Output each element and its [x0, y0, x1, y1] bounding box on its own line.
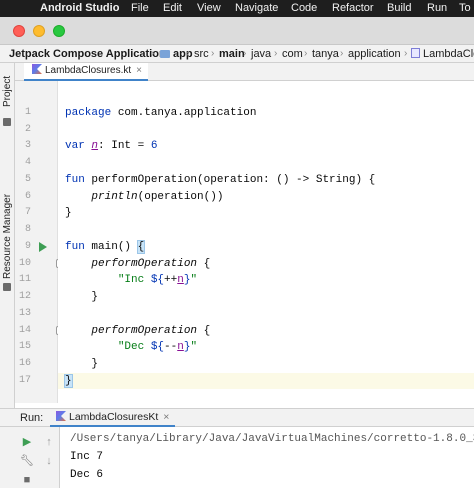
code-line-12: }	[65, 291, 99, 303]
kotlin-file-icon	[411, 48, 420, 58]
line-number: 6	[24, 191, 31, 202]
line-number: 2	[24, 124, 31, 135]
close-tab-icon[interactable]: ×	[136, 65, 142, 76]
module-folder-icon	[160, 50, 170, 58]
run-panel-header: Run: LambdaClosuresKt ×	[0, 408, 474, 427]
chevron-right-icon: ›	[404, 48, 408, 59]
line-number: 12	[18, 291, 31, 302]
line-number: 5	[24, 174, 31, 185]
code-line-7: }	[65, 207, 72, 219]
run-config-label: LambdaClosuresKt	[69, 411, 159, 423]
code-line-5: fun performOperation(operation: () -> St…	[65, 174, 376, 186]
code-line-6: println(operation())	[91, 191, 224, 203]
breadcrumb-main[interactable]: main	[219, 45, 245, 62]
line-number: 15	[18, 341, 31, 352]
code-line-10: performOperation {	[91, 258, 211, 270]
line-number: 1	[24, 107, 31, 118]
tool-tab-project[interactable]: Project	[1, 67, 14, 115]
chevron-right-icon: ›	[211, 48, 215, 59]
line-number: 14	[18, 325, 31, 336]
minimize-window-button[interactable]	[33, 25, 45, 37]
console-line: /Users/tanya/Library/Java/JavaVirtualMac…	[70, 433, 474, 445]
menu-bar: Android Studio File Edit View Navigate C…	[0, 0, 474, 17]
menu-code[interactable]: Code	[291, 0, 317, 17]
line-number: 13	[18, 308, 31, 319]
code-line-15: "Dec ${--n}"	[117, 341, 198, 353]
breadcrumb-tanya[interactable]: tanya	[312, 45, 339, 62]
run-panel-label: Run:	[20, 412, 44, 424]
current-line-highlight	[58, 373, 474, 389]
console-output[interactable]: /Users/tanya/Library/Java/JavaVirtualMac…	[60, 427, 474, 488]
window-titlebar	[0, 17, 474, 45]
code-line-9: fun main() {	[65, 240, 146, 254]
rerun-icon[interactable]: ▶	[20, 436, 34, 448]
code-line-1: package com.tanya.application	[65, 107, 257, 119]
line-number: 17	[18, 375, 31, 386]
breadcrumb-com[interactable]: com	[282, 45, 303, 62]
code-line-11: "Inc ${++n}"	[117, 274, 198, 286]
chevron-right-icon: ›	[186, 48, 190, 59]
chevron-right-icon: ›	[340, 48, 344, 59]
menu-tools[interactable]: To	[459, 0, 471, 17]
console-line: Dec 6	[70, 469, 104, 481]
chevron-right-icon: ›	[304, 48, 308, 59]
kotlin-file-icon	[32, 64, 42, 74]
code-line-16: }	[65, 358, 99, 370]
breadcrumb-project[interactable]: Jetpack Compose Application	[9, 45, 166, 62]
code-line-14: performOperation {	[91, 325, 211, 337]
editor-tab-bar: LambdaClosures.kt ×	[15, 63, 474, 81]
line-number: 11	[18, 274, 31, 285]
scroll-up-icon[interactable]: ↑	[42, 436, 56, 448]
close-run-tab-icon[interactable]: ×	[163, 411, 169, 423]
breadcrumb-java[interactable]: java	[251, 45, 271, 62]
close-window-button[interactable]	[13, 25, 25, 37]
menu-edit[interactable]: Edit	[163, 0, 182, 17]
code-line-17: }	[64, 374, 73, 388]
line-number: 8	[24, 224, 31, 235]
line-number: 3	[24, 140, 31, 151]
breadcrumb-file[interactable]: LambdaClo	[411, 45, 474, 62]
run-main-icon[interactable]	[39, 242, 47, 252]
line-number: 9	[24, 241, 31, 252]
console-line: Inc 7	[70, 451, 104, 463]
zoom-window-button[interactable]	[53, 25, 65, 37]
run-config-tab[interactable]: LambdaClosuresKt ×	[50, 409, 176, 427]
project-icon	[3, 118, 11, 126]
menu-file[interactable]: File	[131, 0, 149, 17]
menu-view[interactable]: View	[197, 0, 221, 17]
menu-refactor[interactable]: Refactor	[332, 0, 374, 17]
chevron-right-icon: ›	[151, 48, 155, 59]
menu-app-name[interactable]: Android Studio	[40, 0, 119, 17]
run-toolbar: ▶ ↑ 🔧︎ ↓ ■	[0, 427, 60, 488]
editor-tab-label: LambdaClosures.kt	[45, 65, 132, 76]
code-line-3: var n: Int = 6	[65, 140, 158, 152]
kotlin-run-icon	[56, 411, 66, 421]
scroll-down-icon[interactable]: ↓	[42, 455, 56, 467]
tool-tab-resource-manager[interactable]: Resource Manager	[1, 191, 14, 281]
menu-run[interactable]: Run	[427, 0, 447, 17]
line-number: 16	[18, 358, 31, 369]
menu-build[interactable]: Build	[387, 0, 411, 17]
code-editor[interactable]: package com.tanya.application var n: Int…	[58, 81, 474, 403]
resource-manager-icon	[3, 283, 11, 291]
editor-gutter: 1 2 3 4 5 6 7 8 9 10 11 12 13 14 15 16 1…	[15, 81, 65, 403]
chevron-right-icon: ›	[274, 48, 278, 59]
line-number: 10	[18, 258, 31, 269]
menu-navigate[interactable]: Navigate	[235, 0, 278, 17]
wrench-icon[interactable]: 🔧︎	[20, 455, 34, 467]
line-number: 4	[24, 157, 31, 168]
chevron-right-icon: ›	[243, 48, 247, 59]
breadcrumb: Jetpack Compose Application › app › src …	[0, 45, 474, 63]
left-tool-strip: Project Resource Manager	[0, 63, 15, 408]
editor-tab-lambdaclosures[interactable]: LambdaClosures.kt ×	[24, 63, 148, 81]
line-number: 7	[24, 207, 31, 218]
breadcrumb-src[interactable]: src	[194, 45, 209, 62]
breadcrumb-application[interactable]: application	[348, 45, 401, 62]
stop-icon[interactable]: ■	[20, 474, 34, 486]
